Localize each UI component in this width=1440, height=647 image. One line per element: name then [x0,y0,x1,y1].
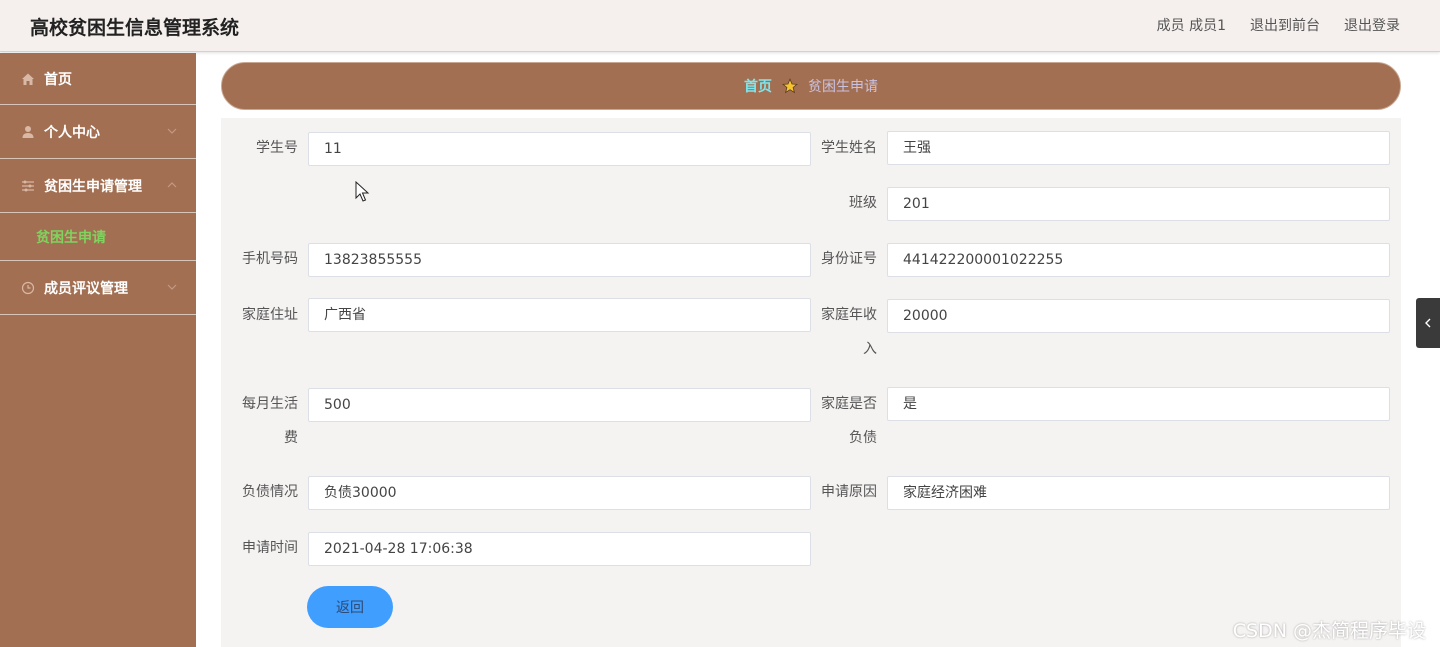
home-icon [20,71,36,87]
breadcrumb-home-link[interactable]: 首页 [744,76,772,96]
debt-detail-field[interactable]: 负债30000 [308,476,811,510]
mouse-cursor-icon [355,181,370,202]
sidebar-item-label: 成员评议管理 [44,280,128,297]
student-no-label: 学生号 [256,140,298,156]
breadcrumb-current: 贫困生申请 [808,79,878,95]
class-label: 班级 [849,195,877,211]
address-label: 家庭住址 [242,307,298,323]
debt-detail-label: 负债情况 [242,484,298,500]
phone-label: 手机号码 [242,251,298,267]
logout-link[interactable]: 退出登录 [1344,15,1400,35]
sidebar-item-poor-student-apply-mgmt[interactable]: 贫困生申请管理 [0,159,196,213]
watermark-text: CSDN @杰简程序毕设 [1232,620,1426,642]
sidebar-item-personal-center[interactable]: 个人中心 [0,105,196,159]
chevron-left-icon [1425,318,1431,328]
back-button[interactable]: 返回 [307,586,393,628]
header-links: 成员 成员1 退出到前台 退出登录 [1157,15,1400,35]
top-header: 高校贫困生信息管理系统 成员 成员1 退出到前台 退出登录 [0,0,1440,52]
reason-label: 申请原因 [821,484,877,500]
student-no-field[interactable]: 11 [308,132,811,166]
class-field[interactable]: 201 [887,187,1390,221]
income-label-line2: 入 [863,341,877,357]
apply-time-label: 申请时间 [242,540,298,556]
income-field[interactable]: 20000 [887,299,1390,333]
sidebar-item-label: 首页 [44,71,72,88]
living-cost-field[interactable]: 500 [308,388,811,422]
star-icon [782,78,798,94]
user-icon [20,124,36,140]
phone-field[interactable]: 13823855555 [308,243,811,277]
student-name-field[interactable]: 王强 [887,131,1390,165]
address-field[interactable]: 广西省 [308,298,811,332]
income-label-line1: 家庭年收 [821,307,877,323]
living-cost-label-line1: 每月生活 [242,396,298,412]
sidebar-item-home[interactable]: 首页 [0,53,196,105]
breadcrumb: 首页 贫困生申请 [221,62,1401,110]
id-card-field[interactable]: 441422200001022255 [887,243,1390,277]
sidebar-item-member-review-mgmt[interactable]: 成员评议管理 [0,261,196,315]
has-debt-field[interactable]: 是 [887,387,1390,421]
chevron-down-icon [167,128,177,134]
sidebar-item-label: 贫困生申请管理 [44,178,142,195]
clock-icon [20,280,36,296]
has-debt-label-line2: 负债 [849,430,877,446]
apply-time-field[interactable]: 2021-04-28 17:06:38 [308,532,811,566]
sidebar-subitem-poor-student-apply[interactable]: 贫困生申请 [0,213,196,261]
id-card-label: 身份证号 [821,251,877,267]
current-user-label[interactable]: 成员 成员1 [1157,15,1226,35]
student-name-label: 学生姓名 [821,140,877,156]
back-to-front-link[interactable]: 退出到前台 [1250,15,1320,35]
sidebar-item-label: 个人中心 [44,124,100,141]
living-cost-label-line2: 费 [284,430,298,446]
app-title: 高校贫困生信息管理系统 [30,17,240,39]
reason-field[interactable]: 家庭经济困难 [887,476,1390,510]
has-debt-label-line1: 家庭是否 [821,396,877,412]
chevron-down-icon [167,284,177,290]
chevron-up-icon [167,182,177,188]
sidebar: 首页 个人中心 贫困生申请管理 贫困生申请 成员评议管理 [0,53,196,647]
sliders-icon [20,178,36,194]
side-panel-toggle[interactable] [1416,298,1440,348]
